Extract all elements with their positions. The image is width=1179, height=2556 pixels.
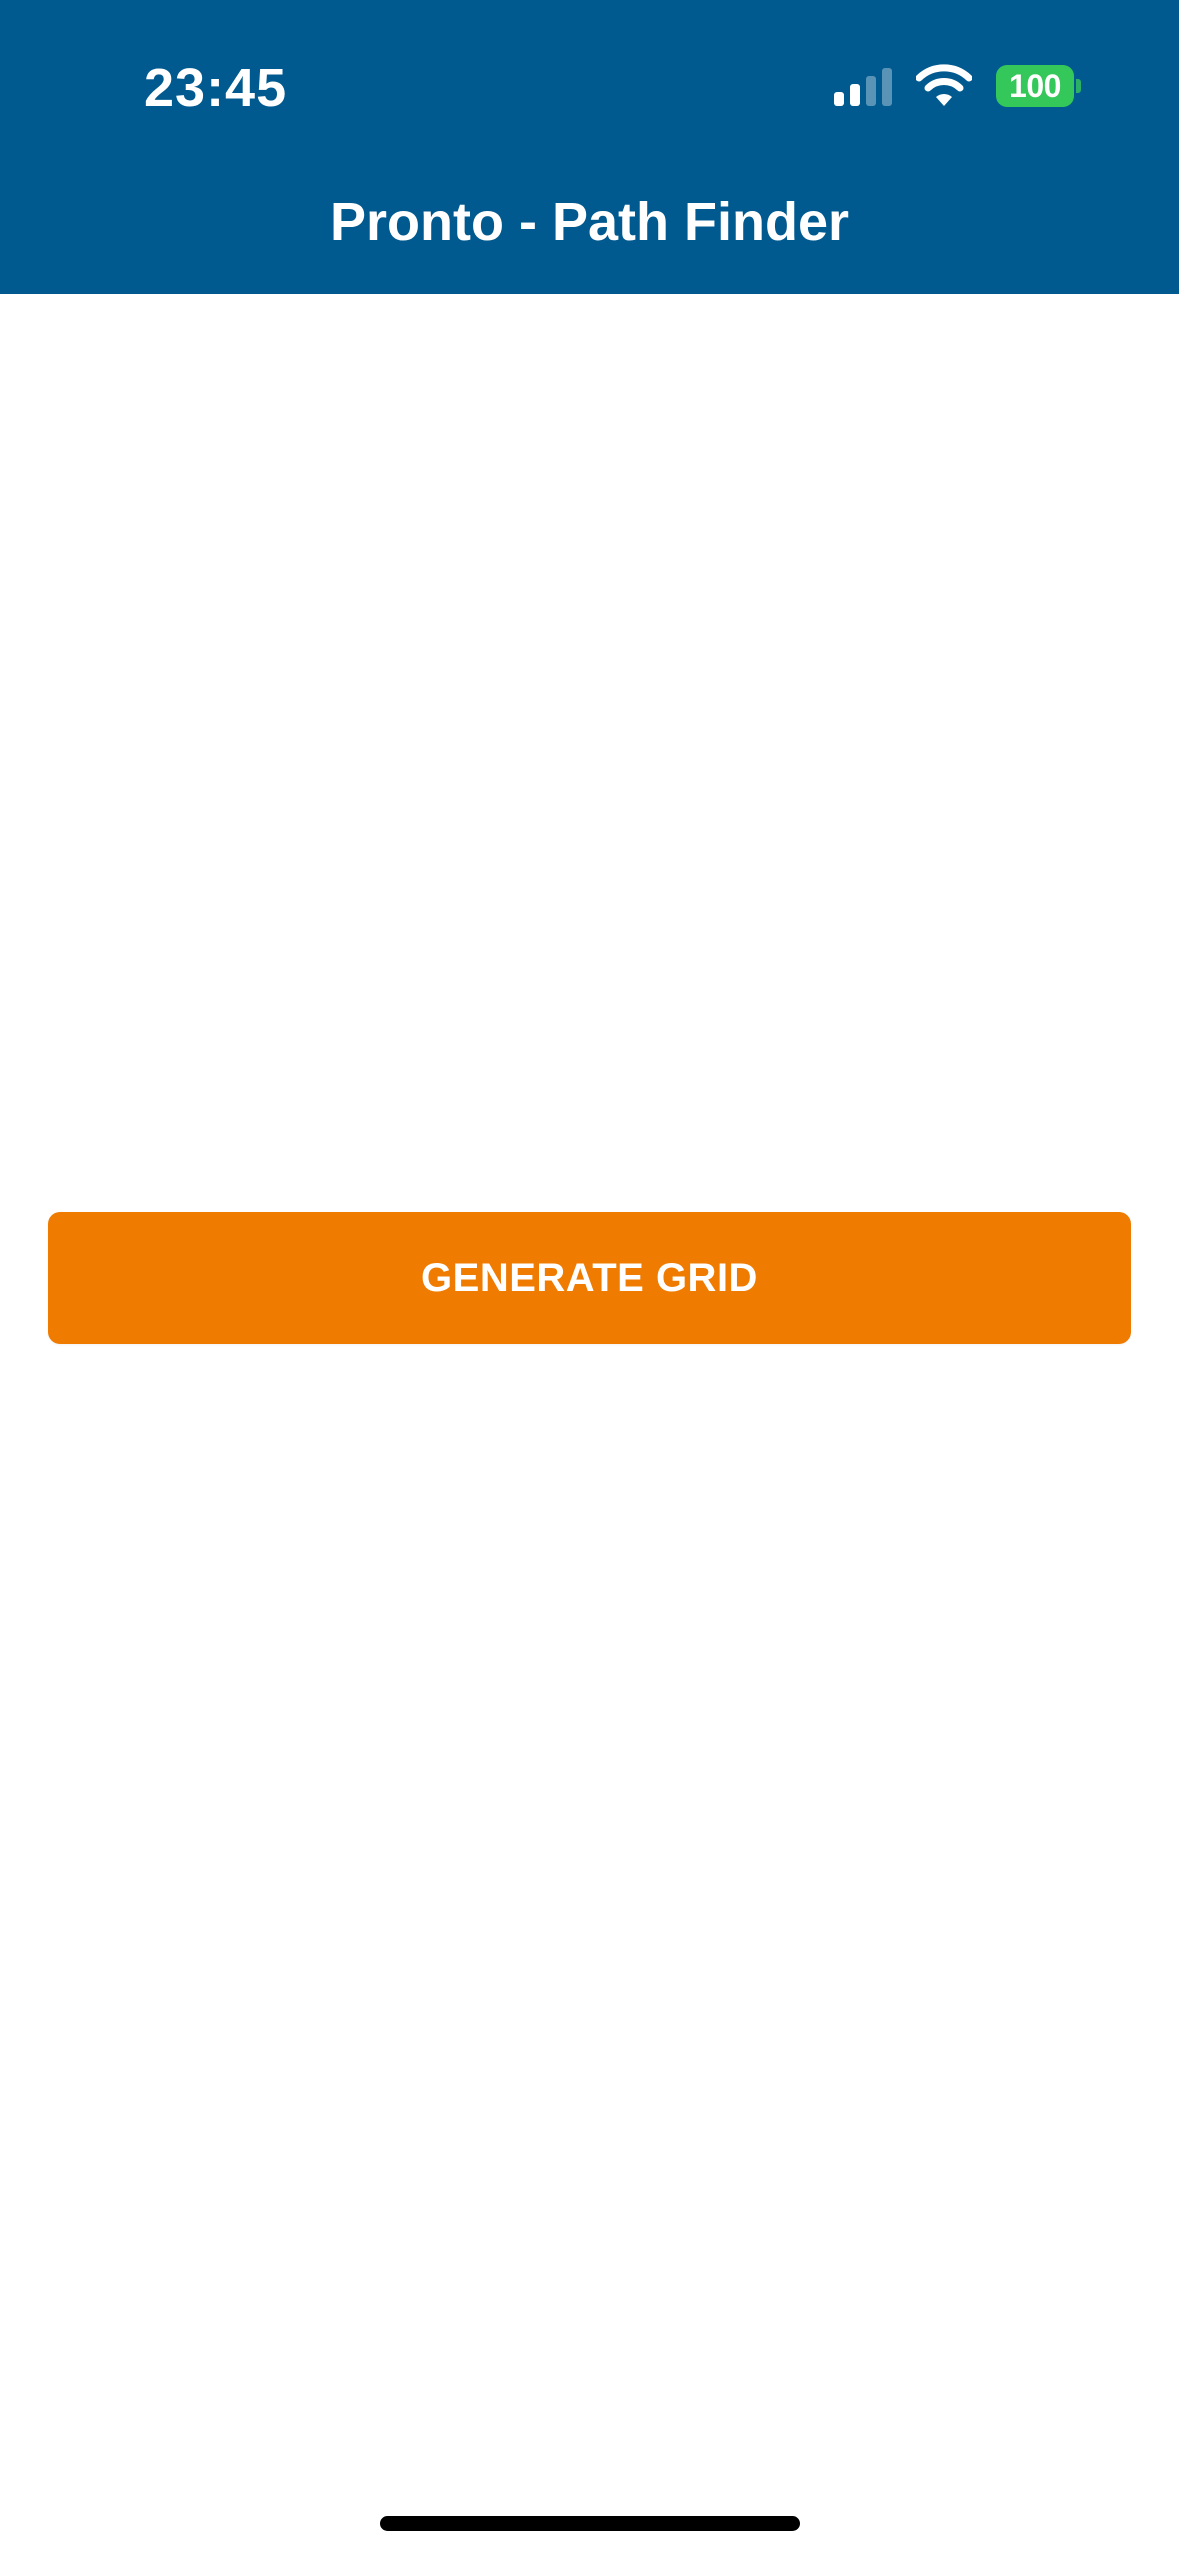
generate-grid-button[interactable]: GENERATE GRID [48,1212,1131,1344]
home-indicator[interactable] [380,2516,800,2531]
wifi-icon [916,64,972,106]
battery-icon: 100 [996,65,1081,107]
status-time: 23:45 [144,58,288,118]
app-header: 23:45 100 Pronto - Path Finder [0,0,1179,294]
page-title: Pronto - Path Finder [330,192,849,252]
signal-icon [834,66,892,106]
main-content: GENERATE GRID [0,294,1179,2556]
status-icons: 100 [834,60,1081,112]
battery-level: 100 [996,65,1074,107]
app-screen: 23:45 100 Pronto - Path Finder GENERATE … [0,0,1179,2556]
